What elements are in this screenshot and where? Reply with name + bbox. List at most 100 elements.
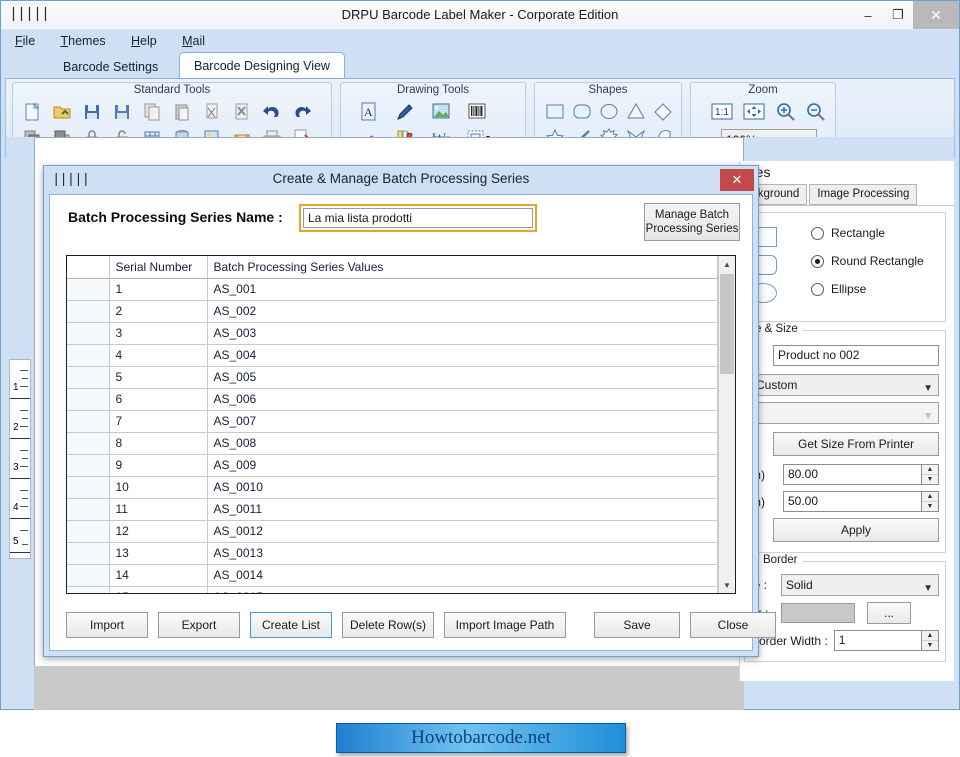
cell-value[interactable]: AS_002 [207, 300, 718, 323]
menu-item-mail[interactable]: Mail [182, 34, 205, 48]
manage-batch-processing-series-button[interactable]: Manage Batch Processing Series [644, 203, 740, 241]
get-size-from-printer-button[interactable]: Get Size From Printer [773, 432, 939, 456]
size-preset-select[interactable]: Custom ▼ [751, 374, 939, 396]
row-selector[interactable] [67, 520, 110, 543]
row-selector[interactable] [67, 322, 110, 345]
minimize-icon[interactable]: – [853, 1, 883, 29]
row-selector[interactable] [67, 388, 110, 411]
row-selector[interactable] [67, 366, 110, 389]
cell-serial[interactable]: 12 [109, 520, 208, 543]
table-row[interactable]: 14 AS_0014 [67, 564, 718, 587]
cell-value[interactable]: AS_001 [207, 278, 718, 301]
cell-serial[interactable]: 13 [109, 542, 208, 565]
table-row[interactable]: 5 AS_005 [67, 366, 718, 389]
height-stepper-arrows[interactable]: ▲ ▼ [922, 491, 939, 512]
cell-value[interactable]: AS_0012 [207, 520, 718, 543]
label-name-input[interactable]: Product no 002 [773, 345, 939, 366]
text-icon[interactable]: A [351, 99, 387, 125]
series-name-field[interactable]: La mia lista prodotti [299, 204, 537, 232]
row-selector[interactable] [67, 344, 110, 367]
table-row[interactable]: 4 AS_004 [67, 344, 718, 367]
series-name-input[interactable]: La mia lista prodotti [303, 208, 533, 228]
stepper-down-icon[interactable]: ▼ [922, 475, 938, 484]
stepper-down-icon[interactable]: ▼ [922, 502, 938, 511]
cell-serial[interactable]: 15 [109, 586, 208, 593]
cell-value[interactable]: AS_0011 [207, 498, 718, 521]
ellipse-icon[interactable] [595, 99, 622, 125]
cell-value[interactable]: AS_006 [207, 388, 718, 411]
redo-icon[interactable] [287, 99, 317, 125]
table-row[interactable]: 11 AS_0011 [67, 498, 718, 521]
copy-icon[interactable] [137, 99, 167, 125]
cell-serial[interactable]: 10 [109, 476, 208, 499]
cell-value[interactable]: AS_0015 [207, 586, 718, 593]
cell-value[interactable]: AS_008 [207, 432, 718, 455]
barcode-icon[interactable] [459, 99, 495, 125]
cell-value[interactable]: AS_009 [207, 454, 718, 477]
picture-icon[interactable] [423, 99, 459, 125]
row-selector[interactable] [67, 498, 110, 521]
export-button[interactable]: Export [158, 612, 240, 638]
paste-icon[interactable] [167, 99, 197, 125]
maximize-icon[interactable]: ❐ [883, 1, 913, 29]
tab-image-processing[interactable]: Image Processing [809, 184, 918, 205]
row-selector[interactable] [67, 454, 110, 477]
menu-item-file[interactable]: FFileile [15, 34, 35, 48]
cell-value[interactable]: AS_005 [207, 366, 718, 389]
actual-size-icon[interactable]: 1:1 [707, 99, 737, 125]
scrollbar-thumb[interactable] [720, 274, 734, 374]
cell-value[interactable]: AS_004 [207, 344, 718, 367]
save-button[interactable]: Save [594, 612, 680, 638]
cell-value[interactable]: AS_0014 [207, 564, 718, 587]
row-selector[interactable] [67, 564, 110, 587]
cell-serial[interactable]: 5 [109, 366, 208, 389]
menu-item-help[interactable]: Help [131, 34, 157, 48]
close-icon[interactable]: ✕ [913, 1, 959, 29]
stepper-up-icon[interactable]: ▲ [922, 465, 938, 475]
table-row[interactable]: 8 AS_008 [67, 432, 718, 455]
cell-value[interactable]: AS_0013 [207, 542, 718, 565]
table-row[interactable]: 7 AS_007 [67, 410, 718, 433]
cell-serial[interactable]: 6 [109, 388, 208, 411]
border-width-stepper-arrows[interactable]: ▲ ▼ [922, 630, 939, 651]
create-list-button[interactable]: Create List [250, 612, 332, 638]
save-as-icon[interactable] [107, 99, 137, 125]
close-button[interactable]: Close [690, 612, 776, 638]
row-selector[interactable] [67, 586, 110, 593]
triangle-icon[interactable] [623, 99, 650, 125]
width-stepper-arrows[interactable]: ▲ ▼ [922, 464, 939, 485]
border-width-stepper[interactable]: 1 ▲ ▼ [833, 630, 939, 651]
round-rectangle-icon[interactable] [568, 99, 595, 125]
delete-icon[interactable] [227, 99, 257, 125]
border-style-select[interactable]: Solid ▼ [781, 574, 939, 596]
radio-ellipse[interactable]: Ellipse [751, 275, 939, 303]
new-document-icon[interactable] [17, 99, 47, 125]
cell-serial[interactable]: 7 [109, 410, 208, 433]
cut-icon[interactable] [197, 99, 227, 125]
cell-serial[interactable]: 11 [109, 498, 208, 521]
diamond-icon[interactable] [650, 99, 677, 125]
row-selector[interactable] [67, 300, 110, 323]
stepper-up-icon[interactable]: ▲ [922, 631, 938, 641]
tab-barcode-designing-view[interactable]: Barcode Designing View [179, 52, 345, 78]
width-stepper[interactable]: 80.00 ▲ ▼ [783, 464, 939, 485]
row-selector[interactable] [67, 432, 110, 455]
row-selector[interactable] [67, 410, 110, 433]
radio-round-rectangle[interactable]: Round Rectangle [751, 247, 939, 275]
scroll-up-icon[interactable]: ▲ [719, 256, 735, 272]
cell-value[interactable]: AS_007 [207, 410, 718, 433]
grid-vertical-scrollbar[interactable]: ▲ ▼ [718, 256, 735, 593]
import-button[interactable]: Import [66, 612, 148, 638]
height-stepper[interactable]: 50.00 ▲ ▼ [783, 491, 939, 512]
table-row[interactable]: 3 AS_003 [67, 322, 718, 345]
table-row[interactable]: 13 AS_0013 [67, 542, 718, 565]
pencil-icon[interactable] [387, 99, 423, 125]
cell-serial[interactable]: 4 [109, 344, 208, 367]
cell-serial[interactable]: 1 [109, 278, 208, 301]
cell-serial[interactable]: 14 [109, 564, 208, 587]
column-header-series-values[interactable]: Batch Processing Series Values [207, 256, 718, 279]
table-row[interactable]: 10 AS_0010 [67, 476, 718, 499]
table-row[interactable]: 9 AS_009 [67, 454, 718, 477]
border-color-swatch[interactable] [781, 603, 855, 623]
scroll-down-icon[interactable]: ▼ [719, 577, 735, 593]
